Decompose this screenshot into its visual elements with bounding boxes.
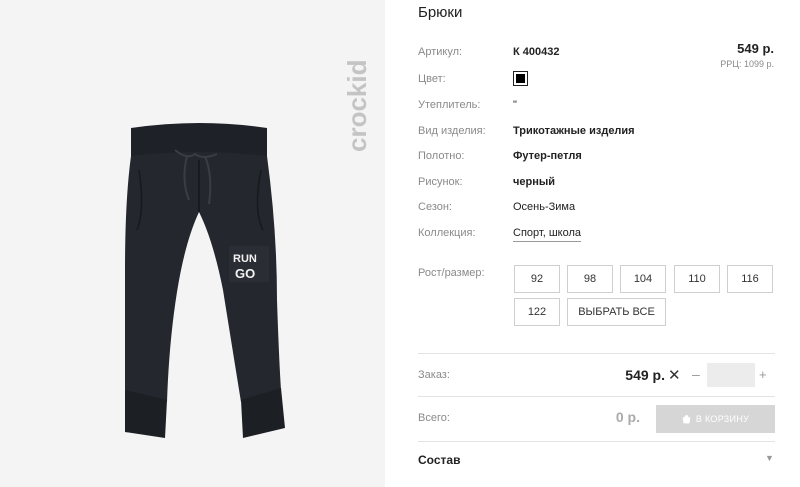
- size-button[interactable]: 122: [514, 298, 560, 326]
- size-button[interactable]: 98: [567, 265, 613, 293]
- sizes-label: Рост/размер:: [418, 267, 485, 279]
- divider: [418, 353, 775, 354]
- divider: [418, 396, 775, 397]
- divider: [418, 441, 775, 442]
- attr-label: Коллекция:: [418, 227, 476, 239]
- add-to-cart-button[interactable]: В КОРЗИНУ: [656, 405, 775, 433]
- size-button[interactable]: 92: [514, 265, 560, 293]
- total-label: Всего:: [418, 412, 450, 424]
- collection-link[interactable]: Спорт, школа: [513, 227, 581, 242]
- add-to-cart-label: В КОРЗИНУ: [695, 414, 750, 424]
- times-icon: ✕: [668, 367, 681, 384]
- brand-logo-text: crockid: [342, 60, 372, 153]
- product-price: 549 р.: [737, 41, 774, 56]
- cart-icon: [682, 414, 691, 423]
- attr-value: черный: [513, 176, 556, 188]
- attr-value: ": [513, 99, 517, 111]
- attr-value: Осень-Зима: [513, 201, 576, 213]
- attr-value: Футер-петля: [513, 150, 582, 162]
- attr-label: Вид изделия:: [418, 125, 486, 137]
- attr-label: Рисунок:: [418, 176, 463, 188]
- size-button[interactable]: 104: [620, 265, 666, 293]
- color-swatch[interactable]: [513, 71, 528, 86]
- size-button[interactable]: 116: [727, 265, 773, 293]
- run-go-print: RUN GO: [229, 246, 269, 282]
- attr-label: Утеплитель:: [418, 99, 481, 111]
- attr-value: Трикотажные изделия: [513, 125, 635, 137]
- size-button[interactable]: 110: [674, 265, 720, 293]
- chevron-down-icon[interactable]: ▼: [765, 453, 774, 463]
- composition-toggle[interactable]: Состав: [418, 453, 460, 467]
- select-all-sizes-button[interactable]: ВЫБРАТЬ ВСЕ: [567, 298, 666, 326]
- quantity-input[interactable]: [707, 363, 755, 387]
- product-photo[interactable]: RUN GO: [95, 120, 305, 450]
- attr-value: К 400432: [513, 46, 560, 58]
- product-title: Брюки: [418, 4, 463, 21]
- brand-logo: crockid: [342, 60, 372, 153]
- order-label: Заказ:: [418, 369, 450, 381]
- attr-label: Сезон:: [418, 201, 452, 213]
- attr-label: Цвет:: [418, 73, 446, 85]
- svg-text:RUN: RUN: [233, 253, 257, 265]
- attr-label: Артикул:: [418, 46, 463, 58]
- svg-text:GO: GO: [235, 266, 255, 281]
- order-price: 549 р.: [625, 367, 665, 383]
- total-sum: 0 р.: [615, 409, 640, 425]
- decrease-quantity-button[interactable]: –: [692, 366, 700, 382]
- increase-quantity-button[interactable]: +: [759, 367, 767, 382]
- attr-label: Полотно:: [418, 150, 465, 162]
- product-image-panel[interactable]: crockid RUN GO: [0, 0, 385, 487]
- product-rrp: РРЦ: 1099 р.: [720, 59, 774, 69]
